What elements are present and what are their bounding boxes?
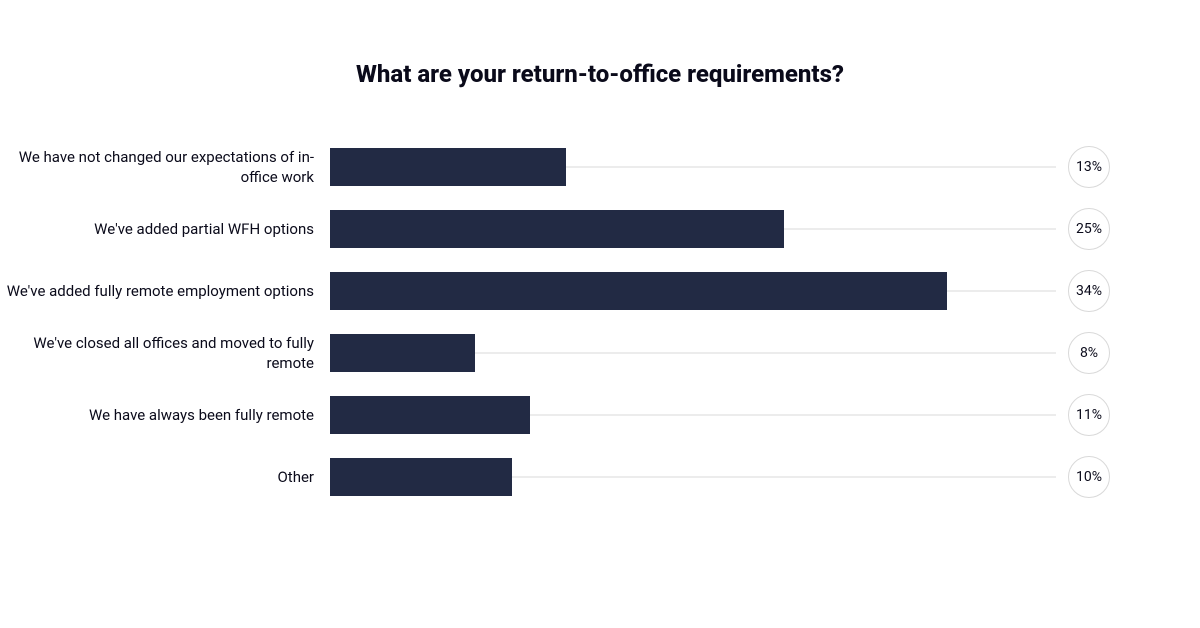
value-bubble: 10% bbox=[1068, 456, 1110, 498]
value-bubble: 25% bbox=[1068, 208, 1110, 250]
chart-title: What are your return-to-office requireme… bbox=[0, 60, 1200, 88]
bar bbox=[330, 396, 530, 434]
category-label: We've closed all offices and moved to fu… bbox=[0, 333, 330, 374]
chart-row: We've added fully remote employment opti… bbox=[0, 260, 1110, 322]
category-label: We have not changed our expectations of … bbox=[0, 147, 330, 188]
bar-track bbox=[330, 458, 1056, 496]
bar bbox=[330, 458, 512, 496]
bar-track bbox=[330, 148, 1056, 186]
chart-row: Other 10% bbox=[0, 446, 1110, 508]
category-label: Other bbox=[0, 467, 330, 487]
chart-row: We have always been fully remote 11% bbox=[0, 384, 1110, 446]
bar-chart: What are your return-to-office requireme… bbox=[0, 60, 1200, 508]
chart-row: We've added partial WFH options 25% bbox=[0, 198, 1110, 260]
bar-track bbox=[330, 396, 1056, 434]
bar-track bbox=[330, 210, 1056, 248]
category-label: We've added fully remote employment opti… bbox=[0, 281, 330, 301]
value-bubble: 8% bbox=[1068, 332, 1110, 374]
value-bubble: 11% bbox=[1068, 394, 1110, 436]
bar-track bbox=[330, 334, 1056, 372]
category-label: We've added partial WFH options bbox=[0, 219, 330, 239]
value-bubble: 34% bbox=[1068, 270, 1110, 312]
bar bbox=[330, 210, 784, 248]
category-label: We have always been fully remote bbox=[0, 405, 330, 425]
bar-track bbox=[330, 272, 1056, 310]
chart-row: We have not changed our expectations of … bbox=[0, 136, 1110, 198]
bar bbox=[330, 148, 566, 186]
bar bbox=[330, 272, 947, 310]
chart-rows: We have not changed our expectations of … bbox=[0, 136, 1200, 508]
chart-row: We've closed all offices and moved to fu… bbox=[0, 322, 1110, 384]
bar bbox=[330, 334, 475, 372]
value-bubble: 13% bbox=[1068, 146, 1110, 188]
